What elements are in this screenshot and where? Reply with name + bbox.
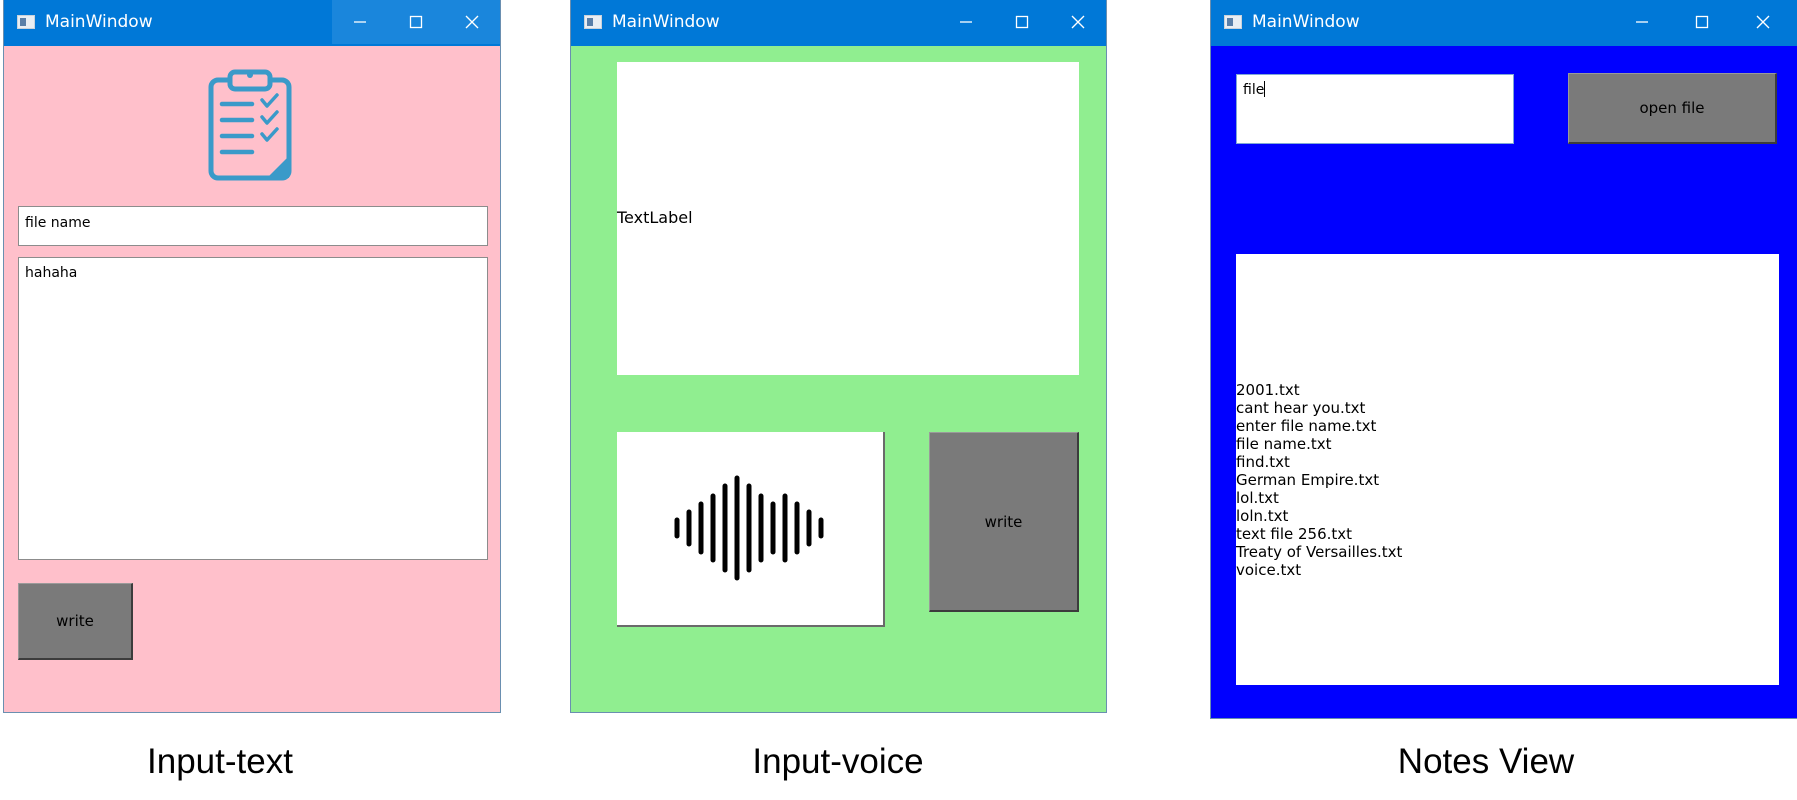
file-list-item[interactable]: enter file name.txt bbox=[1236, 417, 1402, 435]
write-button[interactable]: write bbox=[18, 583, 133, 660]
file-search-field[interactable]: file bbox=[1236, 74, 1514, 144]
titlebar[interactable]: MainWindow bbox=[571, 0, 1106, 46]
note-text-area[interactable]: hahaha bbox=[18, 257, 488, 560]
minimize-icon bbox=[1636, 21, 1648, 23]
app-window-icon bbox=[17, 15, 35, 29]
sound-wave-icon bbox=[674, 475, 824, 581]
caption-input-text: Input-text bbox=[147, 742, 293, 781]
file-list-item[interactable]: loln.txt bbox=[1236, 507, 1402, 525]
minimize-icon bbox=[354, 21, 366, 23]
maximize-button[interactable] bbox=[1674, 0, 1730, 44]
minimize-button[interactable] bbox=[332, 0, 388, 44]
file-name-field[interactable]: file name bbox=[18, 206, 488, 246]
maximize-button[interactable] bbox=[388, 0, 444, 44]
text-label: TextLabel bbox=[617, 208, 693, 227]
close-icon bbox=[1756, 15, 1770, 29]
file-list-item[interactable]: voice.txt bbox=[1236, 561, 1402, 579]
file-name-value: file name bbox=[25, 215, 91, 231]
note-text-value: hahaha bbox=[25, 265, 78, 281]
file-list-item[interactable]: Treaty of Versailles.txt bbox=[1236, 543, 1402, 561]
titlebar[interactable]: MainWindow bbox=[1211, 0, 1797, 46]
window-title: MainWindow bbox=[612, 12, 720, 32]
file-list-items: 2001.txt cant hear you.txt enter file name… bbox=[1236, 381, 1402, 579]
input-voice-window: MainWindow TextLabel write bbox=[571, 0, 1106, 712]
notes-view-window: MainWindow file open file 2001.txt cant h… bbox=[1211, 0, 1797, 718]
file-list-item[interactable]: 2001.txt bbox=[1236, 381, 1402, 399]
file-list-item[interactable]: file name.txt bbox=[1236, 435, 1402, 453]
window-title: MainWindow bbox=[1252, 12, 1360, 32]
close-button[interactable] bbox=[1050, 0, 1106, 44]
file-list-item[interactable]: text file 256.txt bbox=[1236, 525, 1402, 543]
app-window-icon bbox=[584, 15, 602, 29]
text-cursor bbox=[1264, 81, 1266, 97]
file-list-item[interactable]: cant hear you.txt bbox=[1236, 399, 1402, 417]
open-file-button[interactable]: open file bbox=[1568, 73, 1777, 144]
minimize-icon bbox=[960, 21, 972, 23]
clipboard-checklist-icon bbox=[208, 69, 292, 181]
maximize-icon bbox=[1695, 15, 1709, 29]
file-list[interactable]: 2001.txt cant hear you.txt enter file name… bbox=[1236, 254, 1779, 685]
write-button[interactable]: write bbox=[929, 432, 1079, 612]
maximize-icon bbox=[409, 15, 423, 29]
titlebar[interactable]: MainWindow bbox=[4, 0, 500, 46]
close-button[interactable] bbox=[1735, 0, 1791, 44]
maximize-button[interactable] bbox=[994, 0, 1050, 44]
close-icon bbox=[465, 15, 479, 29]
close-icon bbox=[1071, 15, 1085, 29]
window-title: MainWindow bbox=[45, 12, 153, 32]
caption-notes-view: Notes View bbox=[1397, 742, 1575, 781]
file-list-item[interactable]: German Empire.txt bbox=[1236, 471, 1402, 489]
caption-input-voice: Input-voice bbox=[752, 742, 924, 781]
maximize-icon bbox=[1015, 15, 1029, 29]
file-list-item[interactable]: lol.txt bbox=[1236, 489, 1402, 507]
record-voice-button[interactable] bbox=[617, 432, 885, 627]
close-button[interactable] bbox=[444, 0, 500, 44]
file-list-item[interactable]: find.txt bbox=[1236, 453, 1402, 471]
minimize-button[interactable] bbox=[1614, 0, 1670, 44]
input-text-window: MainWindow file name hahaha write bbox=[4, 0, 500, 712]
transcript-label-area: TextLabel bbox=[617, 62, 1079, 375]
file-search-value: file bbox=[1243, 82, 1265, 98]
app-window-icon bbox=[1224, 15, 1242, 29]
minimize-button[interactable] bbox=[938, 0, 994, 44]
